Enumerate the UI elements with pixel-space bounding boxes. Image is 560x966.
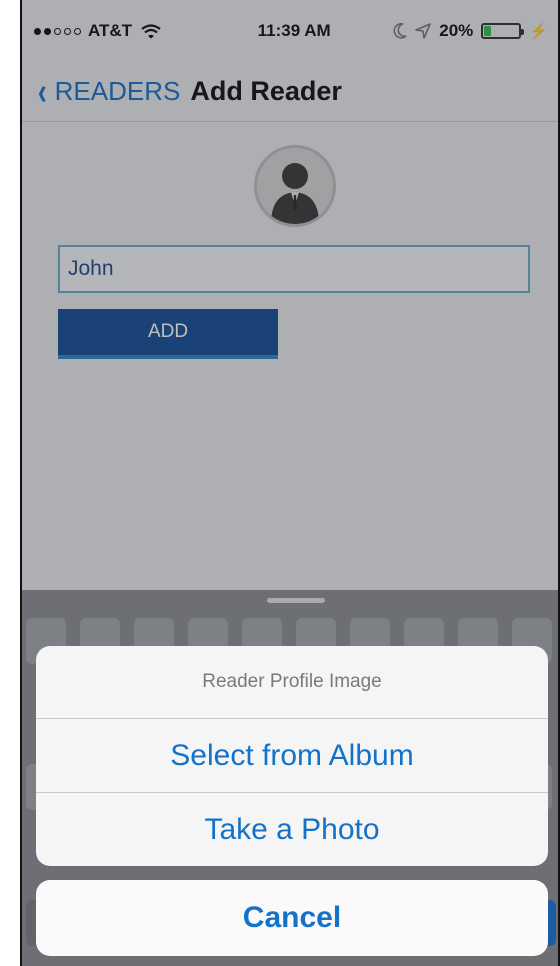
action-sheet: Reader Profile Image Select from Album T… (36, 646, 548, 866)
cancel-button[interactable]: Cancel (36, 880, 548, 956)
select-from-album-button[interactable]: Select from Album (36, 719, 548, 793)
take-photo-button[interactable]: Take a Photo (36, 793, 548, 866)
phone-screen: AT&T 11:39 AM 20% ⚡ ‹ READERS Add Reader… (20, 0, 560, 966)
action-sheet-title: Reader Profile Image (36, 646, 548, 719)
